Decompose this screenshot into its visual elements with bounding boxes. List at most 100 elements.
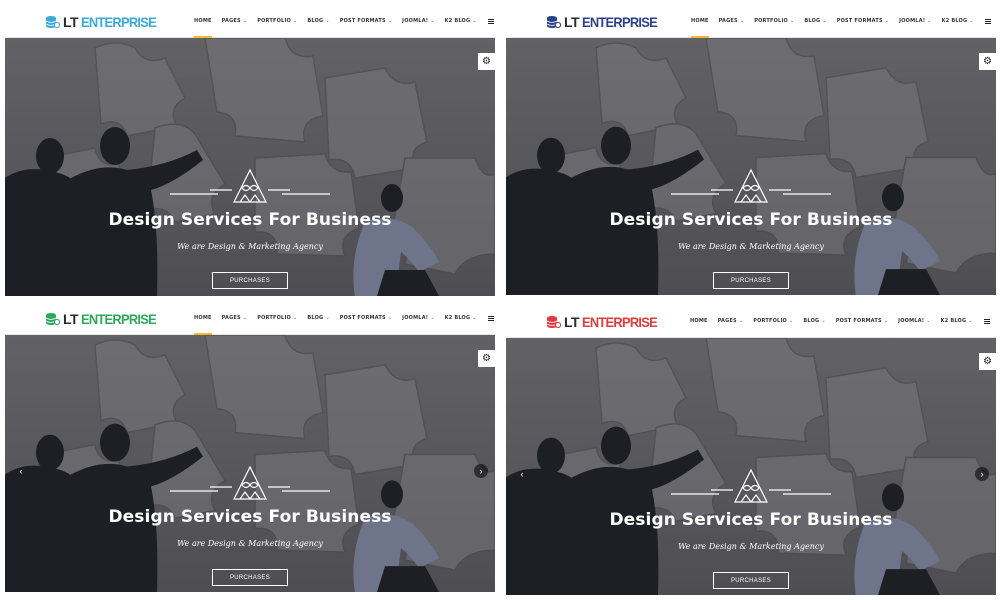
database-logo-icon xyxy=(45,15,61,29)
hamburger-menu-icon[interactable] xyxy=(983,318,990,324)
nav-item-blog[interactable]: BLOG ⌄ xyxy=(307,302,329,334)
nav-item-post-formats[interactable]: POST FORMATS ⌄ xyxy=(836,305,888,337)
nav-item-joomla[interactable]: JOOMLA! ⌄ xyxy=(898,305,930,337)
nav-item-label: HOME xyxy=(194,18,212,24)
nav-item-label: PORTFOLIO xyxy=(257,315,291,321)
nav-item-k2-blog[interactable]: K2 BLOG ⌄ xyxy=(941,305,973,337)
hero-emblem-icon xyxy=(170,168,330,203)
chevron-down-icon: ⌄ xyxy=(821,318,826,324)
hero-slider: Design Services For Business We are Desig… xyxy=(506,338,996,595)
slider-prev-arrow-icon[interactable]: ‹ xyxy=(14,464,28,478)
nav-item-joomla[interactable]: JOOMLA! ⌄ xyxy=(402,5,434,37)
hero-overlay xyxy=(5,335,495,592)
nav-item-blog[interactable]: BLOG ⌄ xyxy=(804,5,826,37)
nav-item-label: K2 BLOG xyxy=(940,318,967,324)
slider-next-arrow-icon[interactable]: › xyxy=(474,463,488,478)
slider-prev-arrow-icon[interactable]: ‹ xyxy=(515,467,529,481)
hero-title: Design Services For Business xyxy=(108,507,392,527)
nav-item-post-formats[interactable]: POST FORMATS ⌄ xyxy=(837,5,889,37)
nav-item-label: K2 BLOG xyxy=(444,315,471,321)
chevron-down-icon: ⌄ xyxy=(292,18,298,24)
nav-item-label: HOME xyxy=(691,18,709,24)
logo[interactable]: LT ENTERPRISE xyxy=(546,313,664,331)
main-nav: HOME PAGES ⌄ PORTFOLIO ⌄ BLOG ⌄ POST FORMATS ⌄ JO… xyxy=(194,302,494,335)
chevron-down-icon: ⌄ xyxy=(822,18,827,24)
nav-item-portfolio[interactable]: PORTFOLIO ⌄ xyxy=(257,5,297,37)
hero-subtitle: We are Design & Marketing Agency xyxy=(678,542,824,551)
hero-title: Design Services For Business xyxy=(609,210,893,230)
nav-item-label: HOME xyxy=(690,318,708,324)
nav-item-pages[interactable]: PAGES ⌄ xyxy=(718,305,744,337)
settings-gear-icon[interactable]: ⚙ xyxy=(478,53,495,70)
nav-item-post-formats[interactable]: POST FORMATS ⌄ xyxy=(340,302,392,334)
database-logo-icon xyxy=(546,315,562,329)
nav-item-home[interactable]: HOME xyxy=(194,302,212,335)
nav-item-k2-blog[interactable]: K2 BLOG ⌄ xyxy=(445,5,477,37)
nav-item-joomla[interactable]: JOOMLA! ⌄ xyxy=(402,302,434,334)
nav-item-home[interactable]: HOME xyxy=(194,5,212,38)
nav-item-label: POST FORMATS xyxy=(836,18,883,24)
nav-item-label: JOOMLA! xyxy=(402,315,429,321)
hero-overlay xyxy=(5,38,495,296)
nav-item-label: POST FORMATS xyxy=(339,18,386,24)
nav-item-blog[interactable]: BLOG ⌄ xyxy=(803,305,825,337)
hero-subtitle: We are Design & Marketing Agency xyxy=(678,242,824,251)
nav-item-k2-blog[interactable]: K2 BLOG ⌄ xyxy=(445,302,477,334)
main-nav: HOME PAGES ⌄ PORTFOLIO ⌄ BLOG ⌄ POST FORMATS ⌄ JO… xyxy=(194,5,494,38)
nav-item-label: K2 BLOG xyxy=(444,18,471,24)
chevron-down-icon: ⌄ xyxy=(472,315,477,321)
site-header: LT ENTERPRISE HOME PAGES ⌄ PORTFOLIO ⌄ BLOG ⌄ POS… xyxy=(5,302,495,335)
nav-item-k2-blog[interactable]: K2 BLOG ⌄ xyxy=(942,5,974,37)
site-header: LT ENTERPRISE HOME PAGES ⌄ PORTFOLIO ⌄ BLOG ⌄ POS… xyxy=(506,305,996,338)
settings-gear-icon[interactable]: ⚙ xyxy=(979,353,996,370)
nav-item-portfolio[interactable]: PORTFOLIO ⌄ xyxy=(257,302,297,334)
nav-item-label: PAGES xyxy=(717,318,737,324)
chevron-down-icon: ⌄ xyxy=(387,315,393,321)
hero-slider: Design Services For Business We are Desig… xyxy=(5,335,495,592)
settings-gear-icon[interactable]: ⚙ xyxy=(478,350,495,367)
purchases-button[interactable]: PURCHASES xyxy=(713,572,789,589)
chevron-down-icon: ⌄ xyxy=(927,18,932,24)
nav-item-label: K2 BLOG xyxy=(941,18,968,24)
logo[interactable]: LT ENTERPRISE xyxy=(45,310,163,328)
settings-gear-icon[interactable]: ⚙ xyxy=(979,53,996,70)
nav-item-label: HOME xyxy=(194,315,212,321)
slider-next-arrow-icon[interactable]: › xyxy=(975,466,989,481)
nav-item-home[interactable]: HOME xyxy=(691,5,709,38)
purchases-button[interactable]: PURCHASES xyxy=(212,272,288,289)
nav-item-post-formats[interactable]: POST FORMATS ⌄ xyxy=(340,5,392,37)
hero-emblem-icon xyxy=(170,465,330,500)
nav-item-label: BLOG xyxy=(804,18,821,24)
chevron-down-icon: ⌄ xyxy=(789,18,795,24)
nav-item-portfolio[interactable]: PORTFOLIO ⌄ xyxy=(753,305,793,337)
logo-enterprise-text: ENTERPRISE xyxy=(81,14,157,30)
hamburger-menu-icon[interactable] xyxy=(487,315,494,321)
nav-item-home[interactable]: HOME xyxy=(690,305,708,337)
nav-item-pages[interactable]: PAGES ⌄ xyxy=(222,302,248,334)
nav-item-label: POST FORMATS xyxy=(339,315,386,321)
purchases-button[interactable]: PURCHASES xyxy=(212,569,288,586)
nav-item-blog[interactable]: BLOG ⌄ xyxy=(307,5,329,37)
chevron-down-icon: ⌄ xyxy=(242,315,248,321)
nav-item-joomla[interactable]: JOOMLA! ⌄ xyxy=(899,5,931,37)
chevron-down-icon: ⌄ xyxy=(969,18,974,24)
purchases-button[interactable]: PURCHASES xyxy=(713,272,789,289)
hero-emblem-icon xyxy=(671,468,831,503)
site-screenshot-panel: LT ENTERPRISE HOME PAGES ⌄ PORTFOLIO ⌄ BLOG ⌄ POS… xyxy=(5,302,495,592)
hamburger-menu-icon[interactable] xyxy=(487,18,494,24)
hamburger-menu-icon[interactable] xyxy=(984,18,991,24)
logo[interactable]: LT ENTERPRISE xyxy=(546,13,664,31)
nav-item-label: BLOG xyxy=(307,315,324,321)
main-nav: HOME PAGES ⌄ PORTFOLIO ⌄ BLOG ⌄ POST FORMATS ⌄ JO… xyxy=(691,5,991,38)
chevron-down-icon: ⌄ xyxy=(430,18,435,24)
site-header: LT ENTERPRISE HOME PAGES ⌄ PORTFOLIO ⌄ BLOG ⌄ POS… xyxy=(506,5,996,38)
nav-item-pages[interactable]: PAGES ⌄ xyxy=(222,5,248,37)
chevron-down-icon: ⌄ xyxy=(242,18,248,24)
logo[interactable]: LT ENTERPRISE xyxy=(45,13,163,31)
hero-title: Design Services For Business xyxy=(609,510,893,530)
nav-item-label: BLOG xyxy=(803,318,820,324)
nav-item-pages[interactable]: PAGES ⌄ xyxy=(719,5,745,37)
nav-item-portfolio[interactable]: PORTFOLIO ⌄ xyxy=(754,5,794,37)
nav-item-label: JOOMLA! xyxy=(898,318,925,324)
nav-item-label: PAGES xyxy=(221,18,241,24)
